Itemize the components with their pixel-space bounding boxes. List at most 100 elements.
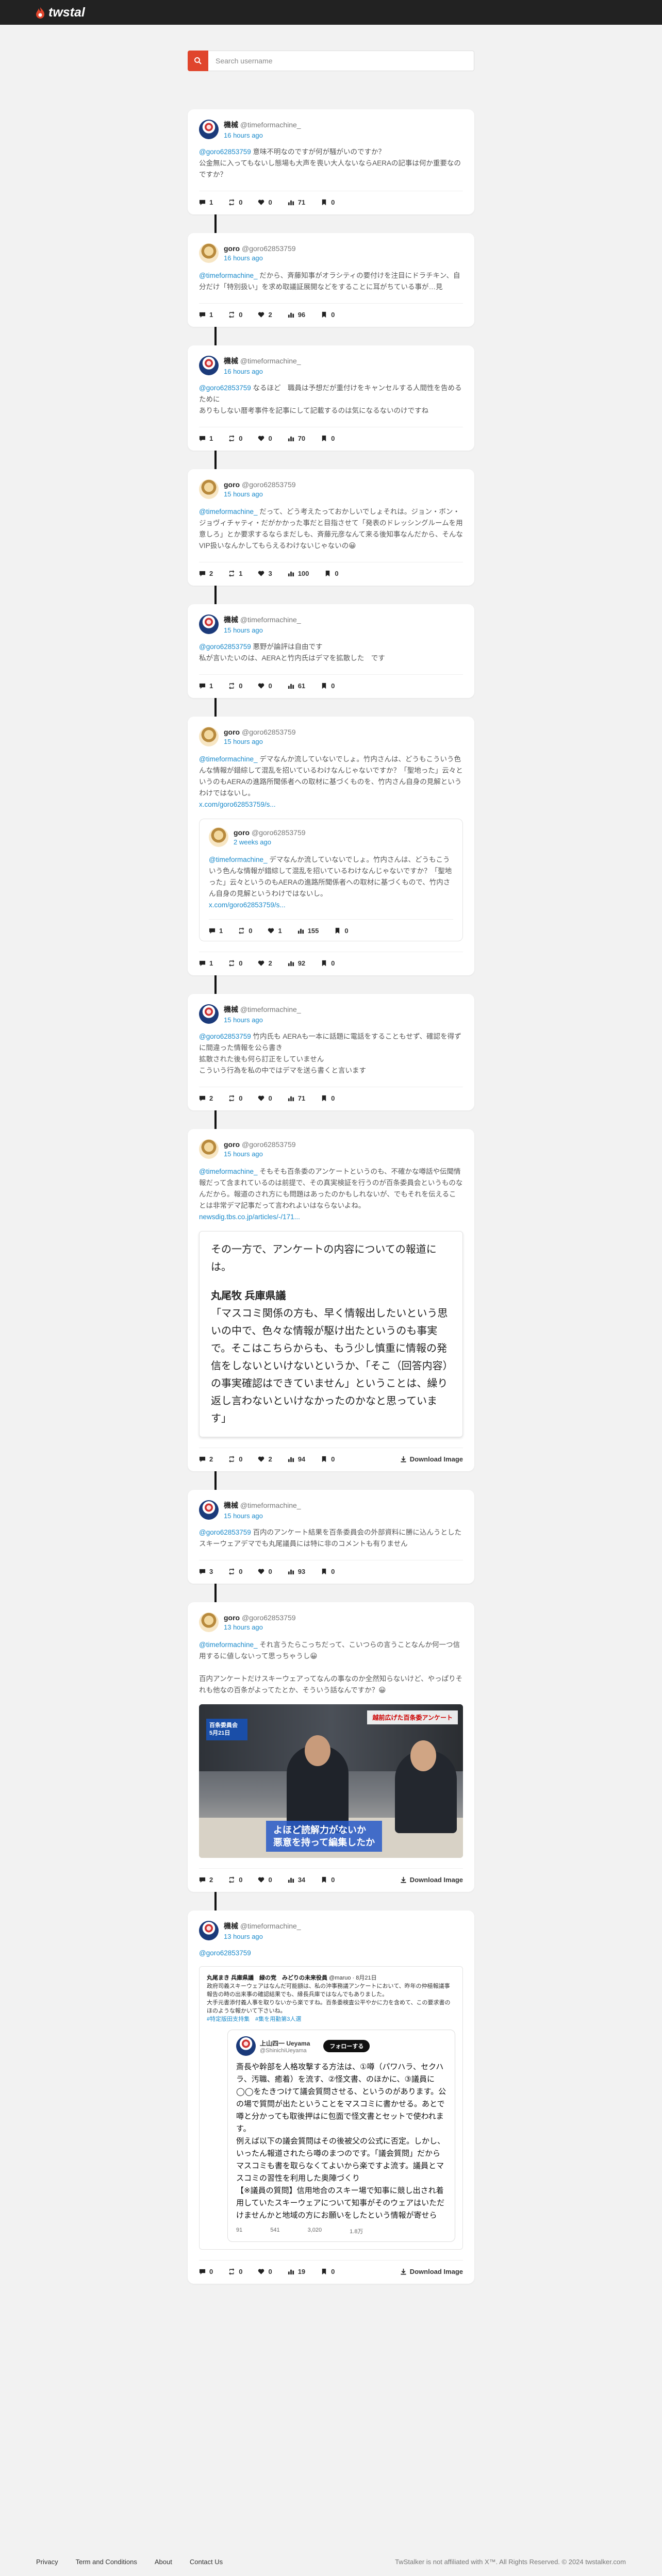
retweet-count-stat[interactable]: 0 bbox=[238, 927, 252, 935]
footer-link-about[interactable]: About bbox=[155, 2558, 172, 2566]
author-handle[interactable]: @goro62853759 bbox=[242, 480, 296, 489]
like-count-stat[interactable]: 2 bbox=[258, 1455, 272, 1463]
view-count-stat[interactable]: 94 bbox=[288, 1455, 305, 1463]
search-button[interactable] bbox=[188, 51, 208, 71]
author-handle[interactable]: @timeformachine_ bbox=[240, 357, 301, 365]
mention-link[interactable]: @goro62853759 bbox=[199, 148, 251, 156]
avatar[interactable] bbox=[199, 120, 219, 139]
author-name[interactable]: 機械 bbox=[224, 616, 238, 624]
mention-link[interactable]: @timeformachine_ bbox=[209, 856, 268, 863]
mention-link[interactable]: @timeformachine_ bbox=[199, 1641, 258, 1649]
reply-count-stat[interactable]: 1 bbox=[199, 959, 213, 967]
author-handle[interactable]: @goro62853759 bbox=[242, 1614, 296, 1622]
view-count-stat[interactable]: 71 bbox=[288, 1094, 305, 1102]
bookmark-count-stat[interactable]: 0 bbox=[321, 1094, 335, 1102]
author-name[interactable]: goro bbox=[224, 1140, 240, 1149]
retweet-count-stat[interactable]: 0 bbox=[228, 1455, 242, 1463]
bookmark-count-stat[interactable]: 0 bbox=[321, 311, 335, 319]
like-count-stat[interactable]: 0 bbox=[258, 2268, 272, 2275]
retweet-count-stat[interactable]: 0 bbox=[228, 311, 242, 319]
tweet-time[interactable]: 15 hours ago bbox=[224, 1150, 296, 1158]
retweet-count-stat[interactable]: 0 bbox=[228, 435, 242, 442]
retweet-count-stat[interactable]: 0 bbox=[228, 2268, 242, 2275]
footer-link-terms[interactable]: Term and Conditions bbox=[76, 2558, 137, 2566]
tweet-time[interactable]: 13 hours ago bbox=[224, 1623, 296, 1631]
tweet-time[interactable]: 15 hours ago bbox=[224, 1016, 301, 1024]
view-count-stat[interactable]: 155 bbox=[297, 927, 319, 935]
retweet-count-stat[interactable]: 0 bbox=[228, 1094, 242, 1102]
bookmark-count-stat[interactable]: 0 bbox=[321, 959, 335, 967]
tweet-time[interactable]: 16 hours ago bbox=[224, 254, 296, 262]
retweet-count-stat[interactable]: 0 bbox=[228, 682, 242, 690]
like-count-stat[interactable]: 2 bbox=[258, 959, 272, 967]
bookmark-count-stat[interactable]: 0 bbox=[334, 927, 349, 935]
like-count-stat[interactable]: 0 bbox=[258, 1876, 272, 1884]
tweet-time[interactable]: 16 hours ago bbox=[224, 368, 301, 375]
avatar[interactable] bbox=[199, 1921, 219, 1940]
like-count-stat[interactable]: 2 bbox=[258, 311, 272, 319]
like-count-stat[interactable]: 0 bbox=[258, 682, 272, 690]
tweet-time[interactable]: 15 hours ago bbox=[224, 626, 301, 634]
footer-link-privacy[interactable]: Privacy bbox=[36, 2558, 58, 2566]
view-count-stat[interactable]: 100 bbox=[288, 570, 309, 577]
tweet-time[interactable]: 15 hours ago bbox=[224, 1512, 301, 1520]
author-name[interactable]: 機械 bbox=[224, 1005, 238, 1013]
reply-count-stat[interactable]: 2 bbox=[199, 1094, 213, 1102]
author-name[interactable]: goro bbox=[234, 828, 250, 837]
avatar[interactable] bbox=[199, 243, 219, 263]
retweet-count-stat[interactable]: 1 bbox=[228, 570, 242, 577]
site-logo[interactable]: twstal bbox=[35, 5, 85, 20]
quoted-tweet[interactable]: goro @goro62853759 2 weeks ago @timeformac… bbox=[199, 819, 463, 941]
tweet-time[interactable]: 2 weeks ago bbox=[234, 838, 306, 846]
author-handle[interactable]: @timeformachine_ bbox=[240, 121, 301, 129]
author-handle[interactable]: @timeformachine_ bbox=[240, 1922, 301, 1930]
author-name[interactable]: goro bbox=[224, 728, 240, 736]
author-name[interactable]: goro bbox=[224, 1614, 240, 1622]
avatar[interactable] bbox=[199, 479, 219, 499]
author-handle[interactable]: @goro62853759 bbox=[252, 828, 306, 837]
reply-count-stat[interactable]: 1 bbox=[199, 435, 213, 442]
view-count-stat[interactable]: 19 bbox=[288, 2268, 305, 2275]
like-count-stat[interactable]: 3 bbox=[258, 570, 272, 577]
tweet-time[interactable]: 13 hours ago bbox=[224, 1933, 301, 1940]
bookmark-count-stat[interactable]: 0 bbox=[321, 435, 335, 442]
retweet-count-stat[interactable]: 0 bbox=[228, 1568, 242, 1575]
avatar[interactable] bbox=[199, 727, 219, 746]
author-name[interactable]: goro bbox=[224, 244, 240, 253]
author-name[interactable]: 機械 bbox=[224, 1922, 238, 1930]
mention-link[interactable]: @goro62853759 bbox=[199, 1528, 251, 1536]
avatar[interactable] bbox=[199, 614, 219, 634]
reply-count-stat[interactable]: 0 bbox=[199, 2268, 213, 2275]
mention-link[interactable]: @goro62853759 bbox=[199, 384, 251, 392]
mention-link[interactable]: @goro62853759 bbox=[199, 643, 251, 651]
reply-count-stat[interactable]: 1 bbox=[209, 927, 223, 935]
author-name[interactable]: 機械 bbox=[224, 121, 238, 129]
bookmark-count-stat[interactable]: 0 bbox=[321, 2268, 335, 2275]
mention-link[interactable]: @goro62853759 bbox=[199, 1033, 251, 1040]
bookmark-count-stat[interactable]: 0 bbox=[321, 1876, 335, 1884]
view-count-stat[interactable]: 93 bbox=[288, 1568, 305, 1575]
view-count-stat[interactable]: 92 bbox=[288, 959, 305, 967]
retweet-count-stat[interactable]: 0 bbox=[228, 959, 242, 967]
mention-link[interactable]: @timeformachine_ bbox=[199, 272, 258, 279]
avatar[interactable] bbox=[199, 1500, 219, 1520]
mention-link[interactable]: @goro62853759 bbox=[199, 1949, 251, 1957]
external-link[interactable]: x.com/goro62853759/s... bbox=[199, 801, 276, 808]
tweet-time[interactable]: 16 hours ago bbox=[224, 131, 301, 139]
mention-link[interactable]: @timeformachine_ bbox=[199, 1168, 258, 1175]
bookmark-count-stat[interactable]: 0 bbox=[321, 1455, 335, 1463]
search-input[interactable] bbox=[208, 51, 474, 71]
reply-count-stat[interactable]: 1 bbox=[199, 311, 213, 319]
tweet-time[interactable]: 15 hours ago bbox=[224, 490, 296, 498]
tweet-time[interactable]: 15 hours ago bbox=[224, 738, 296, 745]
external-link[interactable]: newsdig.tbs.co.jp/articles/-/171... bbox=[199, 1213, 300, 1221]
external-link[interactable]: x.com/goro62853759/s... bbox=[209, 901, 286, 909]
view-count-stat[interactable]: 70 bbox=[288, 435, 305, 442]
author-handle[interactable]: @goro62853759 bbox=[242, 1140, 296, 1149]
bookmark-count-stat[interactable]: 0 bbox=[321, 1568, 335, 1575]
download-image-button[interactable]: Download Image bbox=[400, 2268, 463, 2275]
download-image-button[interactable]: Download Image bbox=[400, 1876, 463, 1884]
avatar[interactable] bbox=[199, 1139, 219, 1159]
like-count-stat[interactable]: 0 bbox=[258, 1568, 272, 1575]
author-handle[interactable]: @timeformachine_ bbox=[240, 1501, 301, 1509]
